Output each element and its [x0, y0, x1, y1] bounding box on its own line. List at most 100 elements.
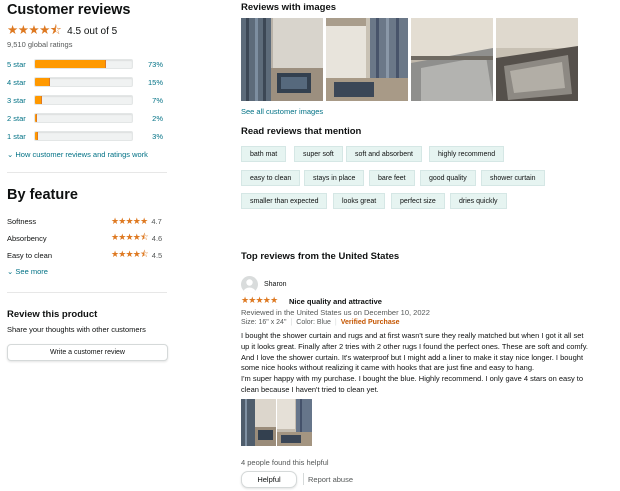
feature-stars-icon: ★★★★⯪: [111, 249, 149, 259]
review-stars-icon[interactable]: ★★★★★: [241, 295, 278, 306]
top-reviews-heading: Top reviews from the United States: [241, 251, 400, 262]
review-image-thumb-3[interactable]: [411, 18, 493, 101]
helpful-count: 4 people found this helpful: [241, 458, 329, 467]
review-attached-image-1[interactable]: [241, 399, 276, 446]
review-attached-image-2[interactable]: [277, 399, 312, 446]
histogram-bar[interactable]: [34, 95, 133, 105]
verified-purchase-badge[interactable]: Verified Purchase: [341, 319, 400, 326]
avatar[interactable]: [241, 276, 258, 293]
by-feature-heading: By feature: [7, 187, 78, 203]
histogram-percent[interactable]: 2%: [133, 114, 163, 123]
mention-chip[interactable]: shower curtain: [481, 170, 545, 186]
histogram-label[interactable]: 3 star: [7, 96, 34, 105]
separator: [303, 473, 304, 485]
review-body: I bought the shower curtain and rugs and…: [241, 331, 611, 396]
separator: |: [334, 319, 337, 326]
histogram-percent[interactable]: 73%: [133, 60, 163, 69]
histogram-bar[interactable]: [34, 113, 133, 123]
mention-chip[interactable]: easy to clean: [241, 170, 301, 186]
bathroom-photo-icon: [241, 399, 276, 446]
read-reviews-mention-heading: Read reviews that mention: [241, 126, 362, 137]
mention-chip[interactable]: super soft: [294, 146, 343, 162]
mention-chip[interactable]: stays in place: [304, 170, 365, 186]
divider: [7, 292, 167, 293]
helpful-button[interactable]: Helpful: [241, 471, 297, 488]
feature-row-easy-to-clean: Easy to clean ★★★★⯪ 4.5: [7, 249, 172, 261]
histogram-fill: [35, 96, 42, 104]
histogram-bar[interactable]: [34, 59, 133, 69]
feature-stars-icon: ★★★★⯪: [111, 232, 149, 242]
mention-chip[interactable]: good quality: [420, 170, 476, 186]
see-more-text: See more: [15, 267, 48, 276]
feature-name: Easy to clean: [7, 250, 53, 260]
histogram-row-3[interactable]: 3 star 7%: [7, 94, 169, 106]
mention-chip[interactable]: bath mat: [241, 146, 287, 162]
histogram-bar[interactable]: [34, 77, 133, 87]
bathroom-photo-icon: [277, 399, 312, 446]
histogram-percent[interactable]: 3%: [133, 132, 163, 141]
mention-chip[interactable]: soft and absorbent: [346, 146, 422, 162]
user-avatar-icon: [243, 279, 256, 293]
review-body-line: up it looks great. Finally after 2 tries…: [241, 341, 588, 351]
star-rating-icon[interactable]: ★★★★⯪: [7, 21, 62, 42]
how-reviews-work-link[interactable]: ⌄ How customer reviews and ratings work: [7, 150, 148, 159]
variant-size[interactable]: Size: 16" x 24": [241, 319, 286, 326]
histogram-fill: [35, 78, 50, 86]
review-image-thumb-2[interactable]: [326, 18, 408, 101]
feature-value: 4.7: [151, 216, 162, 226]
review-image-thumb-1[interactable]: [241, 18, 323, 101]
see-all-images-link[interactable]: See all customer images: [241, 107, 323, 116]
feature-row-softness: Softness ★★★★★ 4.7: [7, 215, 172, 227]
separator: |: [290, 319, 293, 326]
bathroom-photo-icon: [496, 18, 578, 101]
histogram-row-5[interactable]: 5 star 73%: [7, 58, 169, 70]
review-product-subtitle: Share your thoughts with other customers: [7, 325, 146, 334]
review-body-line: I'm super happy with my purchase. I boug…: [241, 374, 584, 384]
overall-rating: ★★★★⯪ 4.5 out of 5: [7, 21, 117, 42]
write-review-button[interactable]: Write a customer review: [7, 344, 168, 361]
histogram-percent[interactable]: 15%: [133, 78, 163, 87]
histogram-label[interactable]: 4 star: [7, 78, 34, 87]
histogram-label[interactable]: 2 star: [7, 114, 34, 123]
bathroom-photo-icon: [326, 18, 408, 101]
chevron-down-icon: ⌄: [7, 267, 14, 276]
global-ratings-count: 9,510 global ratings: [7, 40, 73, 49]
histogram-fill: [35, 114, 37, 122]
histogram-label[interactable]: 1 star: [7, 132, 34, 141]
feature-name: Softness: [7, 216, 37, 226]
histogram-bar[interactable]: [34, 131, 133, 141]
divider: [7, 172, 167, 173]
mention-chip[interactable]: looks great: [333, 193, 386, 209]
variant-color[interactable]: Color: Blue: [296, 319, 331, 326]
review-meta: Reviewed in the United States us on Dece…: [241, 308, 430, 317]
histogram-fill: [35, 60, 106, 68]
feature-value: 4.6: [151, 233, 163, 243]
bathroom-photo-icon: [411, 18, 493, 101]
mention-chip[interactable]: dries quickly: [450, 193, 507, 209]
histogram-row-4[interactable]: 4 star 15%: [7, 76, 169, 88]
review-body-line: some nice hooks without realizing it cam…: [241, 363, 535, 373]
histogram-percent[interactable]: 7%: [133, 96, 163, 105]
feature-stars-icon: ★★★★★: [111, 215, 148, 226]
review-body-line: And I love the shower curtain. It's wate…: [241, 352, 584, 362]
feature-name: Absorbency: [7, 233, 47, 243]
mention-chip[interactable]: bare feet: [369, 170, 415, 186]
histogram-row-1[interactable]: 1 star 3%: [7, 130, 169, 142]
histogram-row-2[interactable]: 2 star 2%: [7, 112, 169, 124]
mention-chip[interactable]: perfect size: [391, 193, 445, 209]
report-abuse-link[interactable]: Report abuse: [308, 475, 353, 484]
how-reviews-work-text: How customer reviews and ratings work: [15, 150, 148, 159]
see-more-link[interactable]: ⌄ See more: [7, 267, 48, 276]
review-title[interactable]: Nice quality and attractive: [289, 297, 382, 306]
histogram-fill: [35, 132, 38, 140]
review-body-line: I bought the shower curtain and rugs and…: [241, 331, 584, 340]
customer-reviews-heading: Customer reviews: [7, 2, 131, 18]
chevron-down-icon: ⌄: [7, 150, 14, 159]
mention-chip[interactable]: smaller than expected: [241, 193, 328, 209]
review-image-thumb-4[interactable]: [496, 18, 578, 101]
rating-text: 4.5 out of 5: [67, 26, 118, 37]
mention-chip[interactable]: highly recommend: [429, 146, 505, 162]
feature-row-absorbency: Absorbency ★★★★⯪ 4.6: [7, 232, 172, 244]
reviewer-name[interactable]: Sharon: [264, 281, 287, 288]
histogram-label[interactable]: 5 star: [7, 60, 34, 69]
